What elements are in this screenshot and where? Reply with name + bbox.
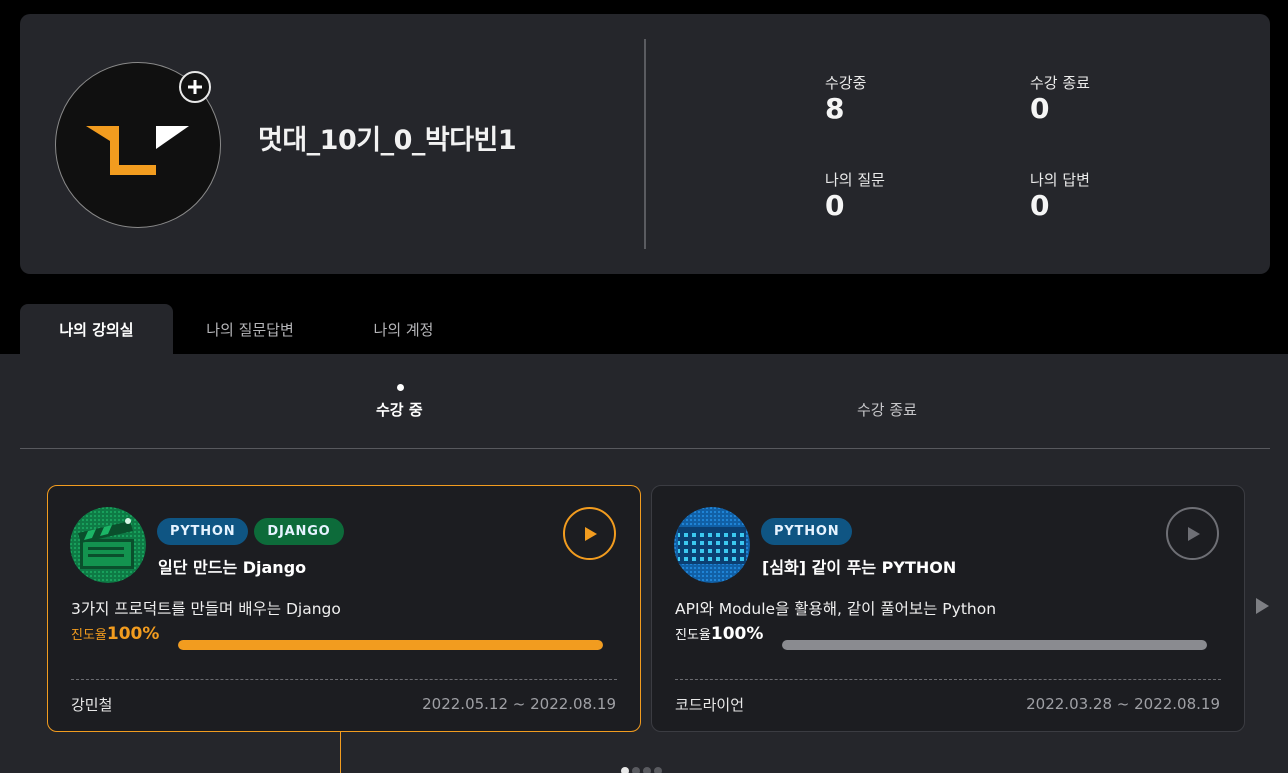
classroom-panel: 수강 중 수강 종료 PYTHON DJANGO 일단 만드는 Django 3… — [0, 354, 1288, 773]
stat-label: 수강 종료 — [1030, 74, 1090, 92]
course-tags: PYTHON DJANGO — [157, 518, 344, 545]
card-divider — [71, 679, 617, 680]
carousel-pager — [621, 767, 662, 773]
profile-card: 멋대_10기_0_박다빈1 수강중 8 수강 종료 0 나의 질문 0 나의 답… — [20, 14, 1270, 274]
course-tags: PYTHON — [761, 518, 853, 545]
tag-django[interactable]: DJANGO — [254, 518, 344, 545]
stat-value: 0 — [825, 189, 845, 222]
course-card-django[interactable]: PYTHON DJANGO 일단 만드는 Django 3가지 프로덕트를 만들… — [47, 485, 641, 732]
stat-value: 0 — [1030, 189, 1050, 222]
stat-enrolled: 수강중 8 — [825, 72, 866, 124]
stat-value: 0 — [1030, 92, 1050, 125]
course-description: 3가지 프로덕트를 만들며 배우는 Django — [71, 600, 341, 618]
pager-dot[interactable] — [621, 767, 629, 773]
pager-dot[interactable] — [632, 767, 640, 773]
progress-fill — [782, 640, 1207, 650]
card-divider — [675, 679, 1221, 680]
progress-label: 진도율100% — [71, 624, 159, 644]
course-title: 일단 만드는 Django — [158, 558, 307, 577]
course-description: API와 Module을 활용해, 같이 풀어보는 Python — [675, 600, 997, 618]
tab-my-classroom[interactable]: 나의 강의실 — [20, 304, 173, 354]
stat-completed: 수강 종료 0 — [1030, 72, 1090, 124]
play-icon — [1187, 526, 1200, 541]
selection-connector — [340, 732, 341, 773]
instructor-name: 강민철 — [71, 696, 113, 714]
card-divider — [644, 39, 646, 249]
stat-label: 나의 답변 — [1030, 171, 1090, 189]
progress-caption: 진도율 — [675, 628, 711, 643]
progress-value: 100% — [710, 624, 764, 644]
plus-icon — [188, 80, 202, 94]
progress-caption: 진도율 — [71, 628, 107, 643]
pixel-pattern-icon — [674, 507, 750, 583]
progress-label: 진도율100% — [675, 624, 763, 644]
progress-bar — [178, 640, 603, 650]
pager-dot[interactable] — [643, 767, 651, 773]
course-card-python[interactable]: PYTHON [심화] 같이 푸는 PYTHON API와 Module을 활용… — [651, 485, 1245, 732]
stat-label: 수강중 — [825, 74, 867, 92]
progress-fill — [178, 640, 603, 650]
pager-dot[interactable] — [654, 767, 662, 773]
tab-my-qna[interactable]: 나의 질문답변 — [183, 304, 317, 354]
course-thumbnail — [674, 507, 750, 583]
course-thumbnail — [70, 507, 146, 583]
play-button[interactable] — [1166, 507, 1219, 560]
progress-bar — [782, 640, 1207, 650]
user-name: 멋대_10기_0_박다빈1 — [258, 125, 517, 156]
progress-value: 100% — [106, 624, 160, 644]
tag-python[interactable]: PYTHON — [761, 518, 853, 545]
active-indicator-dot — [397, 384, 404, 391]
subtab-in-progress[interactable]: 수강 중 — [376, 399, 423, 420]
tag-python[interactable]: PYTHON — [157, 518, 249, 545]
stat-answers: 나의 답변 0 — [1030, 169, 1090, 221]
subtab-divider — [20, 448, 1270, 449]
play-button[interactable] — [563, 507, 616, 560]
carousel-next-icon[interactable] — [1256, 598, 1269, 614]
tab-my-account[interactable]: 나의 계정 — [350, 304, 457, 354]
clapperboard-icon — [70, 507, 146, 583]
course-period: 2022.05.12 ~ 2022.08.19 — [422, 695, 616, 713]
stat-value: 8 — [825, 92, 845, 125]
avatar-add-button[interactable] — [179, 71, 211, 103]
subtab-completed[interactable]: 수강 종료 — [857, 399, 917, 420]
stat-label: 나의 질문 — [825, 171, 885, 189]
instructor-name: 코드라이언 — [675, 696, 745, 714]
course-title: [심화] 같이 푸는 PYTHON — [762, 558, 957, 577]
play-icon — [584, 526, 597, 541]
stat-questions: 나의 질문 0 — [825, 169, 885, 221]
course-period: 2022.03.28 ~ 2022.08.19 — [1026, 695, 1220, 713]
